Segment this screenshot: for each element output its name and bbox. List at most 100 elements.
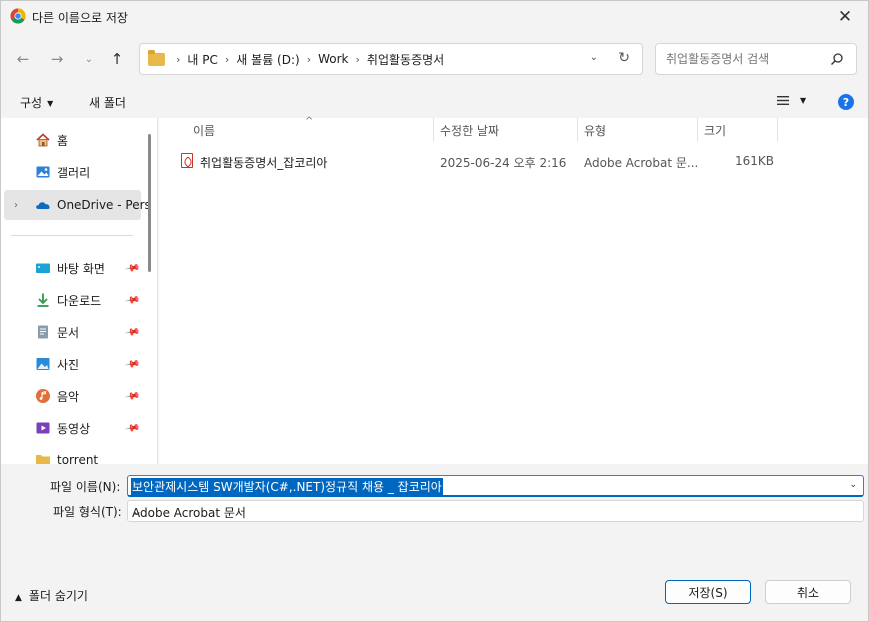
nav-item-downloads[interactable]: 다운로드 📌 bbox=[1, 286, 141, 314]
view-options-icon[interactable] bbox=[777, 95, 789, 106]
nav-label-videos: 동영상 bbox=[57, 421, 91, 436]
file-row[interactable]: 취업활동증명서_잡코리아 2025-06-24 오후 2:16 Adobe Ac… bbox=[175, 150, 865, 172]
nav-divider bbox=[11, 235, 133, 236]
nav-label-pictures: 사진 bbox=[57, 357, 80, 372]
save-as-dialog: 다른 이름으로 저장 ✕ ← → ⌄ ↑ › 내 PC › 새 볼륨 (D:) … bbox=[0, 0, 869, 622]
cancel-button[interactable]: 취소 bbox=[765, 580, 851, 604]
chevron-right-icon: › bbox=[224, 52, 230, 66]
music-icon bbox=[36, 389, 50, 403]
column-header-size[interactable]: 크기 bbox=[704, 118, 726, 142]
filename-value[interactable]: 보안관제시스템 SW개발자(C#,.NET)정규직 채용 _ 잡코리아 bbox=[131, 478, 443, 495]
filetype-select[interactable]: Adobe Acrobat 문서 ⌄ bbox=[127, 500, 864, 522]
new-folder-button[interactable]: 새 폴더 bbox=[89, 94, 126, 111]
chevron-down-icon: ⌄ bbox=[84, 53, 94, 65]
save-button[interactable]: 저장(S) bbox=[665, 580, 751, 604]
nav-item-gallery[interactable]: 갤러리 bbox=[1, 158, 141, 186]
column-name-label: 이름 bbox=[193, 123, 216, 138]
column-size-label: 크기 bbox=[704, 123, 727, 138]
nav-label-music: 음악 bbox=[57, 389, 80, 404]
caret-down-icon[interactable]: ▼ bbox=[800, 96, 806, 105]
hide-folders-button[interactable]: ▲ 폴더 숨기기 bbox=[15, 587, 88, 604]
organize-button[interactable]: 구성 ▼ bbox=[20, 94, 53, 111]
nav-item-music[interactable]: 음악 📌 bbox=[1, 382, 141, 410]
command-bar: 구성 ▼ 새 폴더 ▼ bbox=[1, 87, 868, 117]
pin-icon[interactable]: 📌 bbox=[124, 292, 141, 308]
file-size: 161KB bbox=[735, 154, 775, 168]
nav-label-onedrive: OneDrive - Pers bbox=[57, 198, 151, 212]
nav-item-videos[interactable]: 동영상 📌 bbox=[1, 414, 141, 442]
address-dropdown-icon[interactable]: ⌄ bbox=[590, 52, 598, 63]
column-header-modified[interactable]: 수정한 날짜 bbox=[440, 118, 499, 142]
dialog-title: 다른 이름으로 저장 bbox=[32, 11, 128, 25]
folder-icon bbox=[148, 49, 165, 66]
caret-down-icon: ▼ bbox=[47, 99, 54, 108]
close-button[interactable]: ✕ bbox=[822, 1, 868, 32]
nav-label-torrent: torrent bbox=[57, 453, 99, 464]
breadcrumb-volume-d[interactable]: 새 볼륨 (D:) bbox=[236, 51, 299, 68]
arrow-left-icon: ← bbox=[16, 50, 30, 68]
chevron-right-icon: › bbox=[176, 52, 181, 66]
desktop-icon bbox=[36, 263, 50, 273]
organize-label: 구성 bbox=[20, 96, 43, 110]
address-bar[interactable]: › 내 PC › 새 볼륨 (D:) › Work › 취업활동증명서 ⌄ ↻ bbox=[139, 43, 643, 75]
search-box[interactable] bbox=[655, 43, 857, 75]
caret-up-icon: ▲ bbox=[15, 593, 22, 603]
nav-scrollbar-thumb[interactable] bbox=[148, 134, 151, 272]
column-type-label: 유형 bbox=[584, 123, 607, 138]
navigation-pane[interactable]: 홈 갤러리 › OneDrive - Pers 바탕 화면 📌 다운로드 📌 문… bbox=[1, 118, 158, 464]
nav-item-pictures[interactable]: 사진 📌 bbox=[1, 350, 141, 378]
filename-input[interactable]: 보안관제시스템 SW개발자(C#,.NET)정규직 채용 _ 잡코리아 ⌄ bbox=[127, 475, 864, 497]
pin-icon[interactable]: 📌 bbox=[124, 356, 141, 372]
column-divider[interactable] bbox=[777, 118, 778, 142]
pin-icon[interactable]: 📌 bbox=[124, 420, 141, 436]
nav-label-home: 홈 bbox=[57, 133, 69, 148]
forward-button[interactable]: → bbox=[43, 45, 71, 73]
download-icon bbox=[37, 293, 49, 307]
file-name: 취업활동증명서_잡코리아 bbox=[200, 156, 328, 170]
sort-ascending-icon: ^ bbox=[305, 116, 314, 127]
chevron-down-icon[interactable]: ⌄ bbox=[849, 480, 857, 490]
search-input[interactable] bbox=[666, 52, 826, 66]
file-type: Adobe Acrobat 문... bbox=[584, 156, 699, 170]
search-icon[interactable] bbox=[830, 52, 844, 66]
column-divider[interactable] bbox=[433, 118, 434, 142]
nav-label-desktop: 바탕 화면 bbox=[57, 261, 105, 276]
arrow-right-icon: → bbox=[50, 50, 64, 68]
nav-item-onedrive[interactable]: › OneDrive - Pers bbox=[4, 190, 151, 220]
nav-item-documents[interactable]: 문서 📌 bbox=[1, 318, 141, 346]
column-header-type[interactable]: 유형 bbox=[584, 118, 606, 142]
back-button[interactable]: ← bbox=[9, 45, 37, 73]
file-modified: 2025-06-24 오후 2:16 bbox=[440, 156, 567, 170]
nav-item-desktop[interactable]: 바탕 화면 📌 bbox=[1, 254, 141, 282]
column-divider[interactable] bbox=[697, 118, 698, 142]
help-icon[interactable]: ? bbox=[838, 94, 854, 110]
pin-icon[interactable]: 📌 bbox=[124, 260, 141, 276]
chevron-right-icon: › bbox=[355, 52, 360, 66]
pictures-icon bbox=[36, 358, 50, 370]
chevron-right-icon[interactable]: › bbox=[14, 200, 18, 211]
save-options-panel: 파일 이름(N): 보안관제시스템 SW개발자(C#,.NET)정규직 채용 _… bbox=[1, 464, 868, 621]
file-list[interactable]: 이름 ^ 수정한 날짜 유형 크기 취업활동증명서_잡코리아 2025-06-2… bbox=[159, 116, 868, 464]
refresh-icon[interactable]: ↻ bbox=[618, 50, 630, 66]
breadcrumb-work[interactable]: Work bbox=[318, 52, 348, 66]
chevron-right-icon: › bbox=[306, 52, 312, 66]
filetype-label: 파일 형식(T): bbox=[53, 505, 122, 519]
hide-folders-label: 폴더 숨기기 bbox=[28, 589, 88, 603]
column-divider[interactable] bbox=[577, 118, 578, 142]
nav-item-torrent[interactable]: torrent bbox=[1, 445, 141, 464]
recent-locations-button[interactable]: ⌄ bbox=[75, 45, 103, 73]
nav-item-home[interactable]: 홈 bbox=[1, 126, 141, 154]
title-bar: 다른 이름으로 저장 ✕ bbox=[1, 1, 868, 32]
nav-label-downloads: 다운로드 bbox=[57, 293, 102, 308]
chrome-icon bbox=[10, 8, 26, 24]
column-modified-label: 수정한 날짜 bbox=[440, 123, 500, 138]
breadcrumb-this-pc[interactable]: 내 PC bbox=[187, 51, 217, 68]
column-header-name[interactable]: 이름 bbox=[193, 118, 215, 142]
gallery-icon bbox=[36, 166, 50, 178]
pin-icon[interactable]: 📌 bbox=[124, 324, 141, 340]
chevron-down-icon[interactable]: ⌄ bbox=[132, 504, 857, 518]
up-button[interactable]: ↑ bbox=[103, 45, 131, 73]
pin-icon[interactable]: 📌 bbox=[124, 388, 141, 404]
breadcrumb-current-folder[interactable]: 취업활동증명서 bbox=[367, 51, 444, 68]
close-icon: ✕ bbox=[837, 6, 853, 27]
